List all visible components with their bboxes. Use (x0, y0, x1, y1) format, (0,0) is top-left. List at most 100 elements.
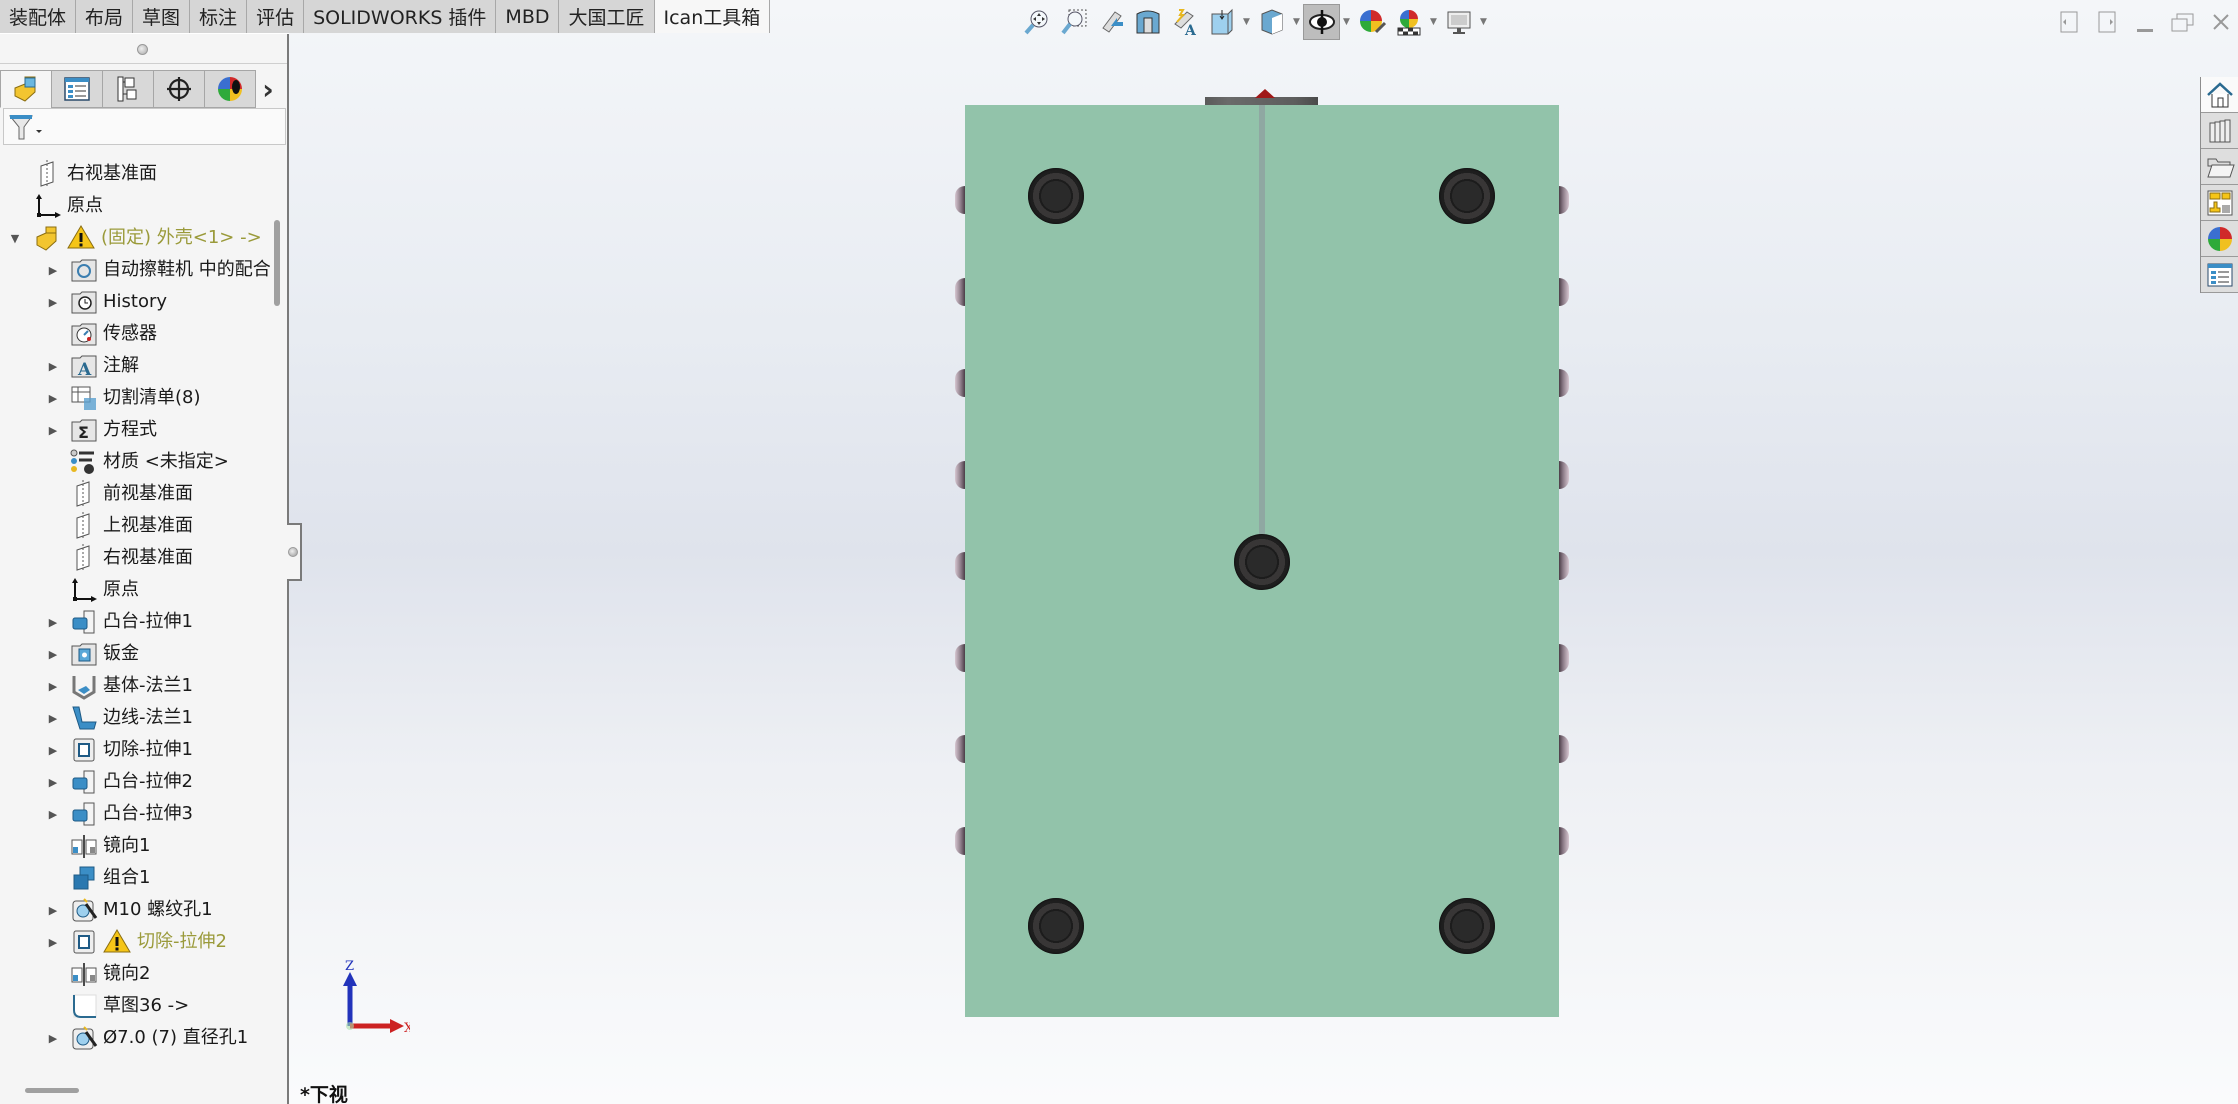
tree-item[interactable]: 前视基准面 (70, 478, 193, 510)
expand-arrow-icon[interactable]: ▶ (46, 743, 60, 757)
expand-arrow-icon[interactable]: ▶ (46, 615, 60, 629)
filter-bar[interactable] (3, 108, 286, 145)
section-view-button[interactable] (1129, 4, 1166, 40)
expand-arrow-icon[interactable]: ▶ (46, 679, 60, 693)
tab-configuration-manager[interactable] (102, 70, 154, 108)
plane-icon (70, 512, 98, 540)
tree-item[interactable]: ▶ 基体-法兰1 (49, 670, 193, 702)
panel-grip[interactable] (0, 34, 287, 64)
tree-horizontal-scrollbar[interactable] (25, 1088, 79, 1093)
command-tab[interactable]: 标注 (190, 0, 248, 33)
tree-item[interactable]: 传感器 (70, 318, 157, 350)
view-settings-button[interactable] (1440, 4, 1477, 40)
tree-item[interactable]: ▶ 凸台-拉伸3 (49, 798, 193, 830)
expand-arrow-icon[interactable]: ▶ (46, 711, 60, 725)
tab-dimxpert-manager[interactable] (153, 70, 205, 108)
tree-item[interactable]: ▶ 自动擦鞋机 中的配合 (49, 254, 270, 286)
graphics-area[interactable] (289, 0, 2238, 1104)
tree-vertical-scrollbar[interactable] (274, 220, 280, 306)
task-pane-appearances[interactable] (2201, 221, 2238, 257)
base-flange-icon (70, 672, 98, 700)
panel-splitter-handle[interactable] (287, 523, 302, 581)
tree-item-label: 凸台-拉伸3 (103, 803, 193, 824)
command-tab[interactable]: 评估 (247, 0, 305, 33)
tab-property-manager[interactable] (51, 70, 103, 108)
tree-item[interactable]: 草图36 -> (70, 990, 189, 1022)
task-pane-file-explorer[interactable] (2201, 149, 2238, 185)
close-button[interactable] (2202, 10, 2238, 34)
tree-item[interactable]: ▶ 凸台-拉伸1 (49, 606, 193, 638)
tree-item[interactable]: ▶ 切割清单(8) (49, 382, 201, 414)
display-style-button[interactable] (1253, 4, 1290, 40)
tree-item[interactable]: 镜向2 (70, 958, 150, 990)
tree-item[interactable]: ▶ M10 螺纹孔1 (49, 894, 213, 926)
tree-item[interactable]: 镜向1 (70, 830, 150, 862)
command-tab[interactable]: 布局 (76, 0, 134, 33)
tree-item[interactable]: ▶ Ø7.0 (7) 直径孔1 (49, 1022, 248, 1054)
apply-scene-button[interactable] (1390, 4, 1427, 40)
command-tab[interactable]: 装配体 (0, 0, 77, 33)
expand-arrow-icon[interactable]: ▶ (46, 647, 60, 661)
task-pane-custom-properties[interactable] (2201, 257, 2238, 293)
tree-item[interactable]: 材质 <未指定> (70, 446, 229, 478)
tree-item[interactable]: 右视基准面 (34, 158, 157, 190)
heads-up-view-toolbar: A ▼ ▼ ▼ ▼ ▼ (1018, 4, 1490, 40)
expand-arrow-icon[interactable]: ▶ (46, 263, 60, 277)
tree-item[interactable]: ▶ 切除-拉伸1 (49, 734, 193, 766)
expand-arrow-icon[interactable]: ▶ (46, 295, 60, 309)
dropdown-arrow-icon[interactable]: ▼ (1290, 17, 1303, 27)
expand-arrow-icon[interactable]: ▶ (46, 807, 60, 821)
restore-button[interactable] (2164, 10, 2202, 34)
task-pane-design-library[interactable] (2201, 113, 2238, 149)
tree-item[interactable]: 上视基准面 (70, 510, 193, 542)
tile-right-button[interactable] (2088, 10, 2126, 34)
more-tabs-chevron-icon[interactable]: › (255, 70, 281, 108)
tree-item[interactable]: 组合1 (70, 862, 150, 894)
tree-item[interactable]: ▶ History (49, 286, 167, 318)
expand-arrow-icon[interactable]: ▶ (46, 903, 60, 917)
tree-item[interactable]: ▼ (固定) 外壳<1> -> (11, 222, 262, 254)
command-tab[interactable]: 草图 (133, 0, 191, 33)
expand-arrow-icon[interactable]: ▶ (46, 935, 60, 949)
task-pane-home[interactable] (2201, 77, 2238, 113)
tree-item[interactable]: ▶ 钣金 (49, 638, 139, 670)
tree-item[interactable]: ▶ 边线-法兰1 (49, 702, 193, 734)
tree-item[interactable]: 原点 (70, 574, 139, 606)
tree-item[interactable]: ▶ 凸台-拉伸2 (49, 766, 193, 798)
zoom-to-area-button[interactable] (1055, 4, 1092, 40)
manager-tabs: › (0, 70, 281, 108)
tree-item[interactable]: ▶ Σ 方程式 (49, 414, 157, 446)
command-tab[interactable]: Ican工具箱 (654, 0, 771, 33)
expand-arrow-icon[interactable]: ▶ (46, 775, 60, 789)
tab-feature-manager[interactable] (0, 70, 52, 108)
minimize-button[interactable] (2126, 10, 2164, 34)
previous-view-button[interactable] (1092, 4, 1129, 40)
feature-manager-panel: › 右视基准面 原点 ▼ (固定) 外壳<1> -> ▶ 自动擦鞋机 中的配合 ▶ Histo… (0, 34, 289, 1104)
tree-item[interactable]: ▶ 切除-拉伸2 (49, 926, 227, 958)
task-pane-view-palette[interactable] (2201, 185, 2238, 221)
tile-left-button[interactable] (2050, 10, 2088, 34)
tree-item[interactable]: ▶ A 注解 (49, 350, 139, 382)
tree-item-label: 注解 (103, 355, 139, 376)
tree-item[interactable]: 右视基准面 (70, 542, 193, 574)
expand-arrow-icon[interactable]: ▶ (46, 359, 60, 373)
expand-arrow-icon[interactable]: ▶ (46, 1031, 60, 1045)
dropdown-arrow-icon[interactable]: ▼ (1477, 17, 1490, 27)
previous-view-icon (1097, 8, 1125, 36)
dropdown-arrow-icon[interactable]: ▼ (1340, 17, 1353, 27)
tree-item[interactable]: 原点 (34, 190, 103, 222)
command-tab[interactable]: SOLIDWORKS 插件 (304, 0, 497, 33)
hide-show-items-button[interactable] (1303, 4, 1340, 40)
expand-arrow-icon[interactable]: ▶ (46, 423, 60, 437)
zoom-to-fit-button[interactable] (1018, 4, 1055, 40)
command-tab[interactable]: MBD (496, 0, 560, 33)
collapse-arrow-icon[interactable]: ▼ (8, 231, 22, 245)
expand-arrow-icon[interactable]: ▶ (46, 391, 60, 405)
command-tab[interactable]: 大国工匠 (559, 0, 655, 33)
tab-display-manager[interactable] (204, 70, 256, 108)
dropdown-arrow-icon[interactable]: ▼ (1240, 17, 1253, 27)
edit-appearance-button[interactable] (1353, 4, 1390, 40)
dynamic-annotation-views-button[interactable]: A (1166, 4, 1203, 40)
view-orientation-button[interactable] (1203, 4, 1240, 40)
dropdown-arrow-icon[interactable]: ▼ (1427, 17, 1440, 27)
